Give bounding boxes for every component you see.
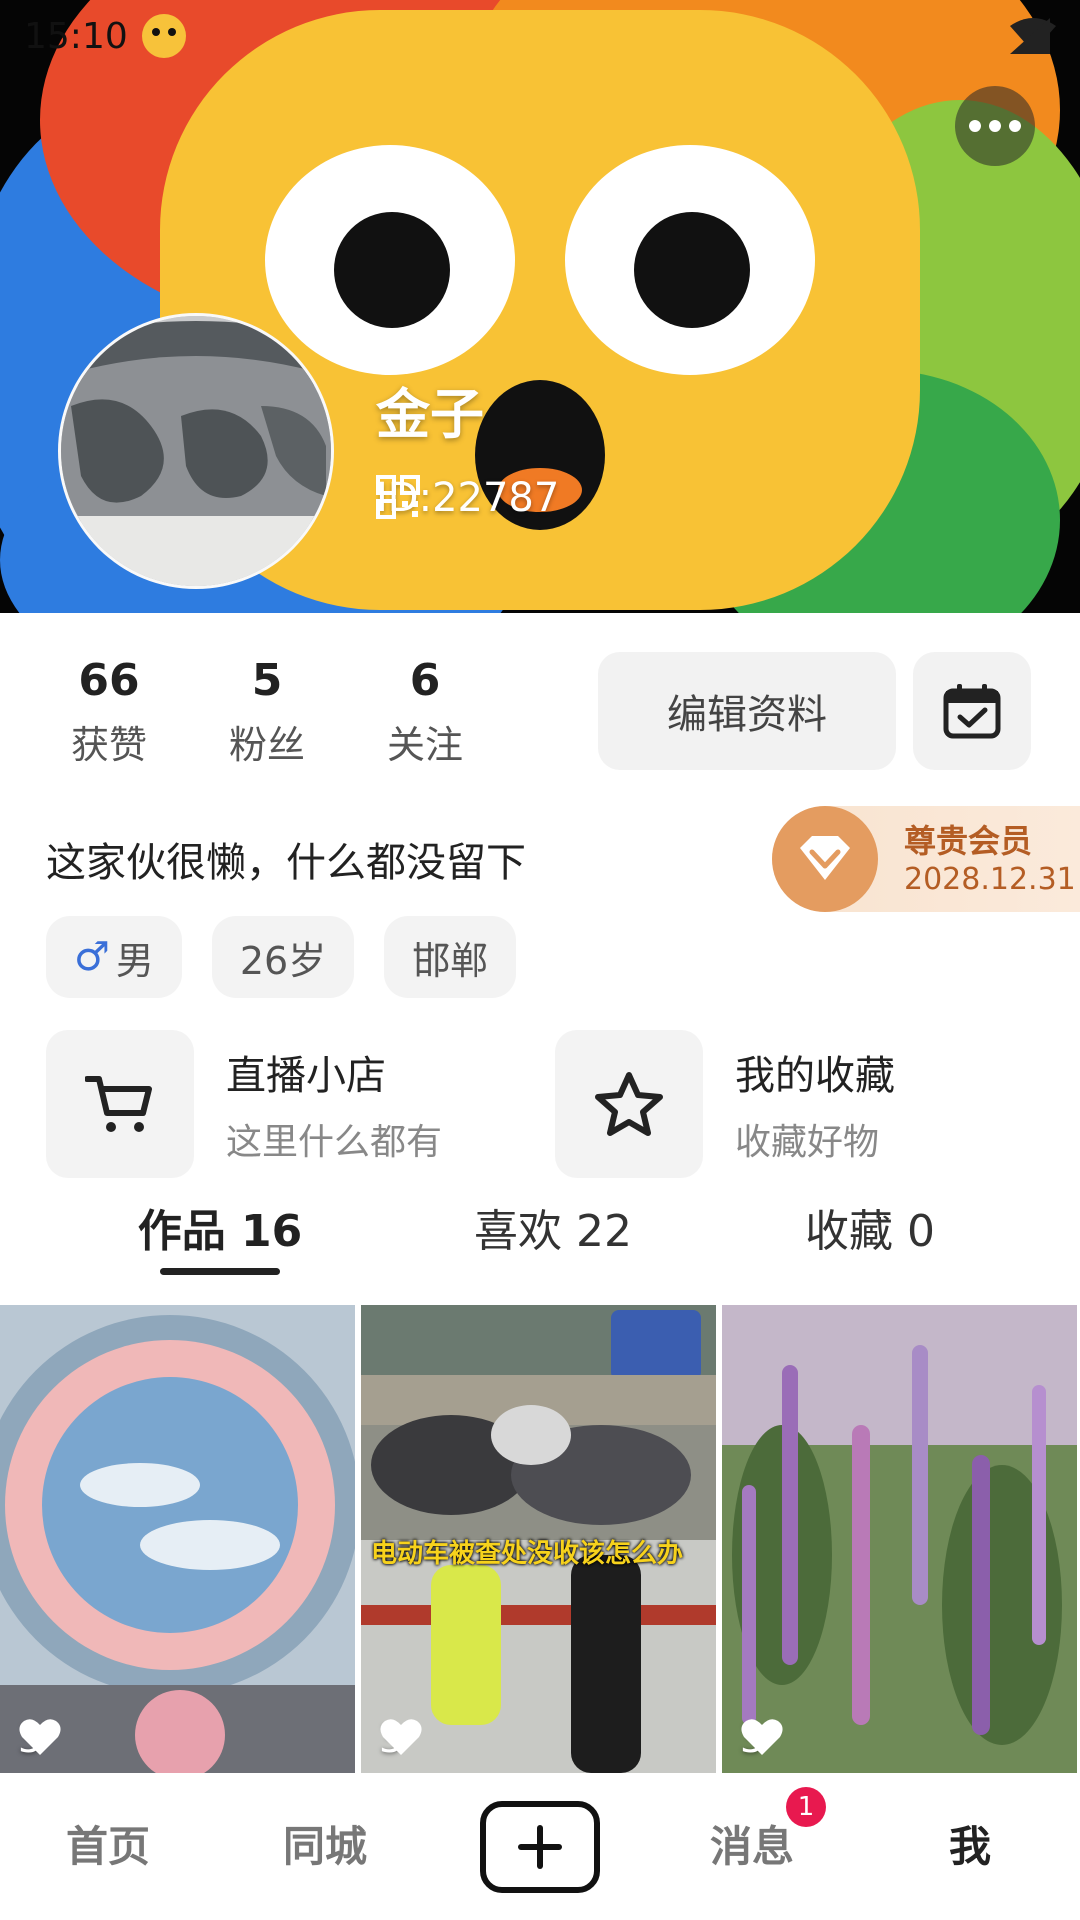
vip-badge[interactable]: 尊贵会员 2028.12.31 xyxy=(772,806,1080,912)
shortcut-title: 直播小店 xyxy=(226,1053,386,1099)
post-thumbnail[interactable]: 3 xyxy=(0,1305,355,1773)
messages-badge: 1 xyxy=(786,1787,826,1827)
stat-fans[interactable]: 5 粉丝 xyxy=(188,655,346,769)
stat-value: 66 xyxy=(78,655,140,706)
post-likes: 3 xyxy=(379,1717,422,1761)
profile-tags: ♂ 男 26岁 邯郸 xyxy=(46,916,517,998)
active-tab-indicator xyxy=(160,1268,280,1275)
heart-icon xyxy=(19,1719,61,1755)
shortcut-subtitle: 这里什么都有 xyxy=(226,1122,443,1163)
gender-text: 男 xyxy=(115,938,154,983)
age-tag: 26岁 xyxy=(211,916,355,998)
plus-icon xyxy=(518,1825,562,1869)
qr-code-icon[interactable] xyxy=(376,475,420,519)
content-tabs: 作品 16 喜欢 22 收藏 0 xyxy=(0,1195,1080,1275)
stat-label: 粉丝 xyxy=(228,723,305,767)
male-icon: ♂ xyxy=(74,934,110,980)
more-dot-icon xyxy=(1009,120,1021,132)
stat-likes[interactable]: 66 获赞 xyxy=(30,655,188,769)
post-caption: 电动车被查处没收该怎么办 xyxy=(371,1539,684,1569)
create-post-button[interactable] xyxy=(480,1801,600,1893)
gender-tag: ♂ 男 xyxy=(46,916,182,998)
stat-value: 6 xyxy=(409,655,441,706)
post-thumbnail[interactable]: 电动车被查处没收该怎么办 3 xyxy=(361,1305,716,1773)
my-favorites-shortcut[interactable]: 我的收藏 收藏好物 xyxy=(555,1030,895,1178)
profile-banner[interactable]: 15:10 金子 ID:22787 xyxy=(0,0,1080,613)
post-likes: 3 xyxy=(18,1717,61,1761)
vip-title: 尊贵会员 xyxy=(904,822,1033,860)
post-likes: 3 xyxy=(740,1717,783,1761)
calendar-check-icon xyxy=(943,684,1001,739)
tab-likes[interactable]: 喜欢 22 xyxy=(474,1195,632,1259)
post-thumbnail[interactable]: 3 xyxy=(722,1305,1077,1773)
stat-label: 获赞 xyxy=(70,723,147,767)
profile-stats: 66 获赞 5 粉丝 6 关注 xyxy=(30,655,504,769)
signal-icon xyxy=(1010,18,1050,54)
post-image xyxy=(722,1305,1077,1773)
profile-name: 金子 xyxy=(376,383,484,446)
more-dot-icon xyxy=(989,120,1001,132)
shortcut-icon-box xyxy=(46,1030,194,1178)
nav-messages[interactable]: 消息 xyxy=(710,1813,794,1874)
vip-diamond-icon xyxy=(772,806,878,912)
heart-icon xyxy=(741,1719,783,1755)
post-image xyxy=(0,1305,355,1773)
bottom-navigation: 首页 同城 消息 1 我 xyxy=(0,1773,1080,1920)
stat-label: 关注 xyxy=(386,723,463,767)
posts-grid: 3 电动车被查处没收该怎么办 3 xyxy=(0,1305,1080,1773)
more-dot-icon xyxy=(969,120,981,132)
city-tag: 邯郸 xyxy=(384,916,517,998)
notification-emoji-icon xyxy=(141,14,186,58)
tab-favorites[interactable]: 收藏 0 xyxy=(805,1195,935,1259)
status-bar: 15:10 xyxy=(24,14,186,58)
stat-following[interactable]: 6 关注 xyxy=(346,655,504,769)
shortcut-icon-box xyxy=(555,1030,703,1178)
shortcut-title: 我的收藏 xyxy=(735,1053,895,1099)
avatar[interactable] xyxy=(58,313,334,589)
profile-id-row: ID:22787 xyxy=(376,475,559,521)
status-time: 15:10 xyxy=(24,15,128,57)
shortcut-subtitle: 收藏好物 xyxy=(735,1122,880,1163)
live-shop-shortcut[interactable]: 直播小店 这里什么都有 xyxy=(46,1030,442,1178)
nav-home[interactable]: 首页 xyxy=(66,1813,150,1874)
heart-icon xyxy=(380,1719,422,1755)
vip-expiry: 2028.12.31 xyxy=(904,862,1076,897)
more-options-button[interactable] xyxy=(955,86,1035,166)
stat-value: 5 xyxy=(251,655,283,706)
star-icon xyxy=(595,1072,663,1136)
profile-bio: 这家伙很懒，什么都没留下 xyxy=(46,840,526,886)
nav-local[interactable]: 同城 xyxy=(283,1813,367,1874)
check-in-button[interactable] xyxy=(913,652,1031,770)
avatar-image xyxy=(61,316,331,586)
shopping-cart-icon xyxy=(85,1076,152,1132)
nav-me[interactable]: 我 xyxy=(949,1813,991,1874)
edit-profile-button[interactable]: 编辑资料 xyxy=(598,652,896,770)
tab-works[interactable]: 作品 16 xyxy=(138,1195,303,1259)
